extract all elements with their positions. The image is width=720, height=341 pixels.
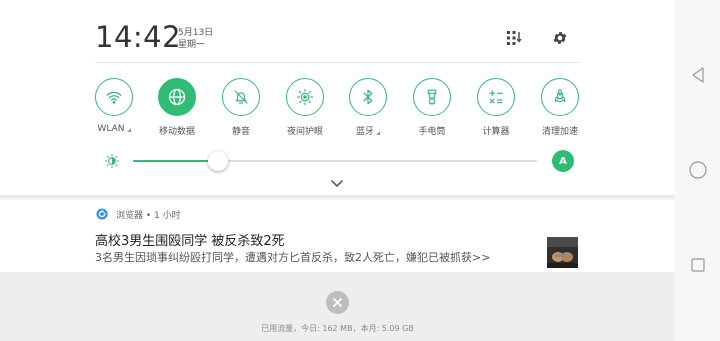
tile-night-mode[interactable]: 夜间护眼 bbox=[273, 78, 337, 137]
tile-circle bbox=[349, 78, 387, 116]
tile-label: 手电筒 bbox=[418, 127, 446, 137]
tile-circle bbox=[222, 78, 260, 116]
chevron-down-icon[interactable] bbox=[329, 178, 345, 190]
brightness-slider[interactable] bbox=[133, 151, 537, 171]
divider bbox=[95, 62, 580, 63]
brightness-thumb[interactable] bbox=[207, 151, 228, 171]
back-triangle-icon bbox=[692, 67, 704, 83]
tile-bluetooth[interactable]: 蓝牙 bbox=[336, 78, 400, 137]
thumbnail-image bbox=[547, 237, 578, 268]
tile-wlan[interactable]: WLAN bbox=[82, 78, 146, 134]
time-ago: 1 小时 bbox=[154, 211, 181, 221]
calculator-icon bbox=[489, 90, 503, 104]
notification-body: 3名男生因琐事纠纷殴打同学，遭遇对方匕首反杀，致2人死亡，嫌犯已被抓获>> bbox=[95, 251, 491, 264]
tile-circle bbox=[541, 78, 579, 116]
recent-square-icon bbox=[691, 258, 705, 272]
notification-footer: 已用流量，今日: 162 MB，本月: 5.09 GB bbox=[0, 272, 675, 341]
expand-corner-icon bbox=[376, 131, 380, 135]
edit-tiles-button[interactable] bbox=[504, 28, 524, 48]
notification-meta: 浏览器 • 1 小时 bbox=[116, 208, 181, 221]
tile-label: 清理加速 bbox=[541, 127, 578, 137]
close-icon bbox=[333, 298, 342, 307]
tile-mute[interactable]: 静音 bbox=[209, 78, 273, 137]
weekday-text: 星期一 bbox=[178, 40, 206, 50]
settings-button[interactable] bbox=[550, 28, 570, 48]
tile-cleanup[interactable]: 清理加速 bbox=[528, 78, 592, 137]
tile-label: 计算器 bbox=[482, 127, 510, 137]
date-block: 5月13日 星期一 bbox=[178, 27, 213, 51]
auto-brightness-button[interactable]: A bbox=[552, 150, 574, 172]
tile-mobile-data[interactable]: 移动数据 bbox=[145, 78, 209, 137]
gear-icon bbox=[553, 32, 567, 44]
tile-label: 夜间护眼 bbox=[286, 127, 323, 137]
brightness-fill bbox=[133, 160, 218, 162]
quick-settings-panel: 14:42 5月13日 星期一 WLAN 移动数据 静音 夜间护眼 蓝牙 手电筒… bbox=[0, 0, 675, 195]
quick-tiles: WLAN 移动数据 静音 夜间护眼 蓝牙 手电筒 计算器 清理加速 bbox=[90, 78, 590, 140]
tile-calculator[interactable]: 计算器 bbox=[464, 78, 528, 137]
tile-circle bbox=[158, 78, 196, 116]
expand-corner-icon bbox=[126, 128, 131, 132]
bell-mute-icon bbox=[234, 90, 248, 104]
meta-separator: • bbox=[145, 211, 152, 221]
browser-app-icon bbox=[96, 208, 108, 220]
tile-label: WLAN bbox=[82, 124, 146, 134]
flashlight-icon bbox=[427, 89, 437, 105]
home-circle-icon bbox=[689, 161, 707, 179]
tile-label: 蓝牙 bbox=[336, 124, 400, 137]
tile-grid-icon bbox=[507, 31, 522, 45]
tile-flashlight[interactable]: 手电筒 bbox=[400, 78, 464, 137]
date-text: 5月13日 bbox=[178, 28, 214, 38]
data-usage-text: 已用流量，今日: 162 MB，本月: 5.09 GB bbox=[261, 324, 414, 333]
brightness-icon bbox=[104, 153, 120, 169]
notification-title: 高校3男生围殴同学 被反杀致2死 bbox=[95, 234, 285, 249]
sun-eye-icon bbox=[296, 88, 314, 106]
notification-card[interactable]: 浏览器 • 1 小时 高校3男生围殴同学 被反杀致2死 3名男生因琐事纠纷殴打同… bbox=[0, 200, 675, 272]
navigation-bar bbox=[675, 0, 720, 341]
clear-all-button[interactable] bbox=[326, 291, 349, 314]
home-button[interactable] bbox=[687, 159, 709, 181]
tile-label: 静音 bbox=[231, 127, 250, 137]
app-name: 浏览器 bbox=[116, 211, 144, 221]
tile-circle bbox=[413, 78, 451, 116]
notification-shade: 14:42 5月13日 星期一 WLAN 移动数据 静音 夜间护眼 蓝牙 手电筒… bbox=[0, 0, 720, 341]
tile-label: 移动数据 bbox=[158, 127, 195, 137]
recent-apps-button[interactable] bbox=[687, 254, 709, 276]
bluetooth-icon bbox=[363, 89, 373, 105]
clock: 14:42 bbox=[95, 20, 182, 54]
tile-circle bbox=[95, 78, 133, 116]
tile-circle bbox=[286, 78, 324, 116]
globe-icon bbox=[168, 88, 186, 106]
wifi-icon bbox=[106, 91, 122, 104]
tile-circle bbox=[477, 78, 515, 116]
back-button[interactable] bbox=[687, 64, 709, 86]
notification-thumbnail bbox=[547, 237, 578, 268]
rocket-icon bbox=[554, 88, 566, 103]
